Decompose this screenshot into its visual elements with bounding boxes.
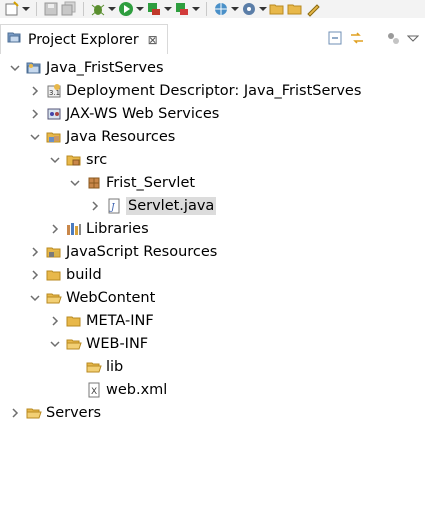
source-folder-icon (66, 152, 82, 168)
tree-item-label: build (66, 266, 102, 283)
folder-icon (46, 267, 62, 283)
tree-item-label: Servers (46, 404, 102, 421)
web-services-icon (46, 106, 62, 122)
tree-item[interactable]: WebContent (0, 286, 425, 309)
debug-icon[interactable] (90, 1, 106, 17)
tree-item-label: Servlet.java (126, 196, 217, 215)
chevron-right-icon[interactable] (88, 199, 102, 213)
link-with-editor-icon[interactable] (349, 30, 365, 46)
java-file-icon: J (106, 198, 122, 214)
svg-text:X: X (91, 387, 97, 397)
tree-item-label: Deployment Descriptor: Java_FristServes (66, 82, 362, 99)
main-toolbar (0, 0, 425, 18)
save-icon[interactable] (43, 1, 59, 17)
deployment-descriptor-icon: 3.1 (46, 83, 62, 99)
xml-file-icon: X (86, 382, 102, 398)
server-icon[interactable] (241, 1, 257, 17)
tree-item[interactable]: Java Resources (0, 125, 425, 148)
tree-item-label: WEB-INF (86, 335, 149, 352)
project-icon (26, 60, 42, 76)
project-explorer-icon (7, 30, 23, 50)
run-dropdown-icon[interactable] (136, 1, 144, 17)
folder-icon (66, 313, 82, 329)
tree-item-label: src (86, 151, 108, 168)
coverage-dropdown-icon[interactable] (164, 1, 172, 17)
tree-item[interactable]: J Servlet.java (0, 194, 425, 217)
toolbar-separator (206, 2, 207, 16)
toolbar-separator (36, 2, 37, 16)
libraries-icon (66, 221, 82, 237)
chevron-down-icon[interactable] (28, 291, 42, 305)
chevron-right-icon[interactable] (48, 222, 62, 236)
tree-item-label: JAX-WS Web Services (66, 105, 220, 122)
tree-item[interactable]: build (0, 263, 425, 286)
tree-item[interactable]: 3.1 Deployment Descriptor: Java_FristServ… (0, 79, 425, 102)
web-browser-dropdown-icon[interactable] (231, 1, 239, 17)
open-folder-icon[interactable] (269, 1, 285, 17)
view-title: Project Explorer (28, 31, 139, 48)
tree-item[interactable]: WEB-INF (0, 332, 425, 355)
tree-item-label: Libraries (86, 220, 149, 237)
chevron-down-icon[interactable] (8, 61, 22, 75)
focus-icon[interactable] (385, 30, 401, 46)
run-icon[interactable] (118, 1, 134, 17)
tree-item-label: META-INF (86, 312, 154, 329)
package-icon (86, 175, 102, 191)
chevron-down-icon[interactable] (48, 337, 62, 351)
chevron-right-icon[interactable] (48, 314, 62, 328)
tree-item[interactable]: Java_FristServes (0, 56, 425, 79)
folder-open-icon (86, 359, 102, 375)
chevron-down-icon[interactable] (48, 153, 62, 167)
chevron-right-icon[interactable] (28, 107, 42, 121)
external-tools-dropdown-icon[interactable] (192, 1, 200, 17)
tree-item-label: Java_FristServes (46, 59, 164, 76)
chevron-right-icon[interactable] (28, 245, 42, 259)
folder-open-icon (26, 405, 42, 421)
view-header: Project Explorer ⊠ (0, 22, 425, 54)
new-icon[interactable] (4, 1, 20, 17)
tree-item[interactable]: lib (0, 355, 425, 378)
tree-item-label: lib (106, 358, 124, 375)
chevron-down-icon[interactable] (68, 176, 82, 190)
collapse-all-icon[interactable] (327, 30, 343, 46)
javascript-resources-icon (46, 244, 62, 260)
external-tools-icon[interactable] (174, 1, 190, 17)
new-dropdown-icon[interactable] (22, 1, 30, 17)
chevron-down-icon[interactable] (28, 130, 42, 144)
java-resources-icon (46, 129, 62, 145)
view-menu-icon[interactable] (407, 30, 419, 46)
save-all-icon[interactable] (61, 1, 77, 17)
tree-item[interactable]: Frist_Servlet (0, 171, 425, 194)
tree-item[interactable]: src (0, 148, 425, 171)
tree-item[interactable]: JAX-WS Web Services (0, 102, 425, 125)
web-browser-icon[interactable] (213, 1, 229, 17)
open-file-icon[interactable] (287, 1, 303, 17)
chevron-right-icon[interactable] (28, 84, 42, 98)
view-toolbar (327, 30, 419, 46)
close-icon[interactable]: ⊠ (148, 33, 158, 47)
tree-item-label: Java Resources (66, 128, 176, 145)
tree-item-label: WebContent (66, 289, 156, 306)
tree-item[interactable]: Xweb.xml (0, 378, 425, 401)
debug-dropdown-icon[interactable] (108, 1, 116, 17)
pencil-icon[interactable] (305, 1, 321, 17)
tree-item[interactable]: Libraries (0, 217, 425, 240)
chevron-right-icon[interactable] (28, 268, 42, 282)
toolbar-separator (83, 2, 84, 16)
coverage-icon[interactable] (146, 1, 162, 17)
tab-project-explorer[interactable]: Project Explorer ⊠ (0, 24, 168, 54)
tree-item[interactable]: JavaScript Resources (0, 240, 425, 263)
tree-item-label: Frist_Servlet (106, 174, 196, 191)
tree-item-label: JavaScript Resources (66, 243, 218, 260)
folder-open-icon (46, 290, 62, 306)
folder-open-icon (66, 336, 82, 352)
svg-text:3.1: 3.1 (49, 89, 60, 97)
tree-item[interactable]: Servers (0, 401, 425, 424)
tree-item[interactable]: META-INF (0, 309, 425, 332)
chevron-right-icon[interactable] (8, 406, 22, 420)
server-dropdown-icon[interactable] (259, 1, 267, 17)
tree-item-label: web.xml (106, 381, 168, 398)
